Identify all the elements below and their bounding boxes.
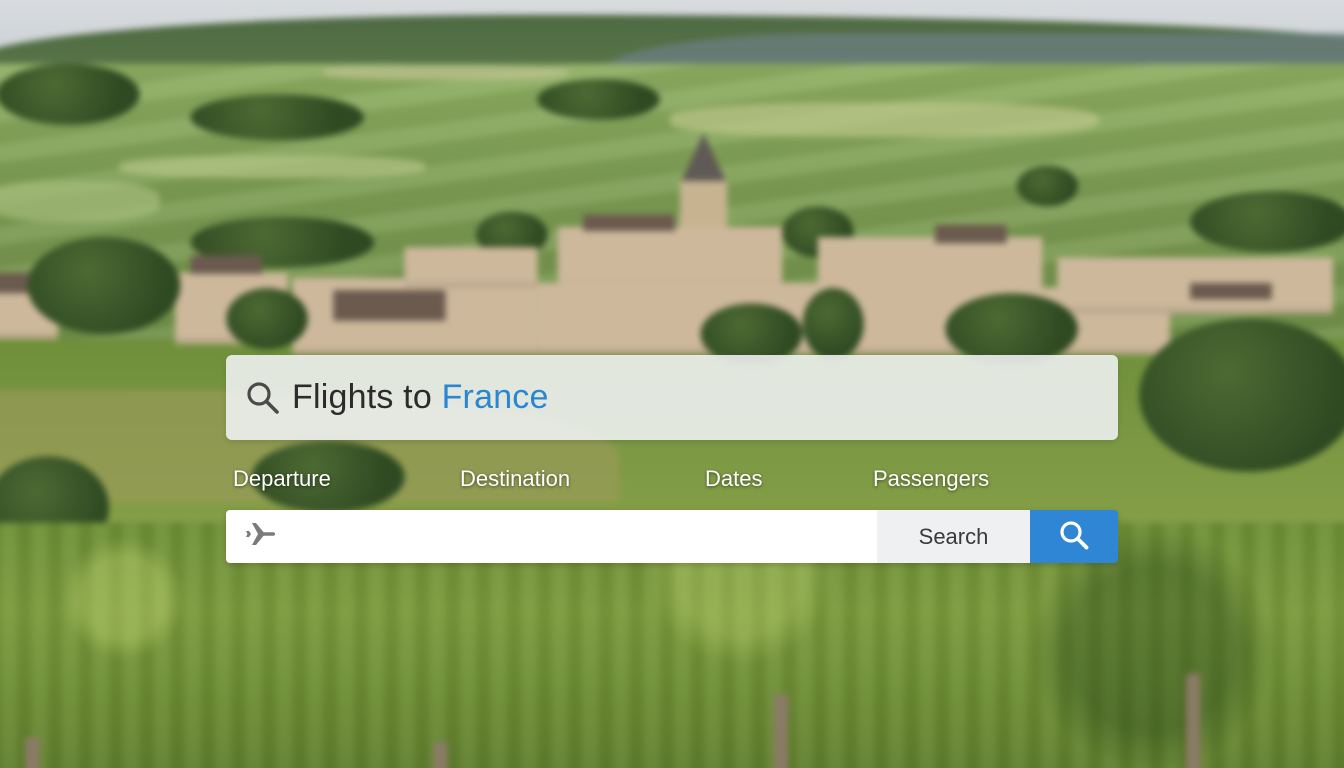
dates-label: Dates <box>705 466 763 491</box>
field-labels-row: Departure Destination Dates Passengers <box>233 466 1123 498</box>
flight-search-input[interactable] <box>288 510 877 563</box>
page-title-prefix: Flights to <box>292 378 442 416</box>
departure-label: Departure <box>233 466 331 491</box>
page-title: Flights to France <box>292 378 549 417</box>
flight-search-bar: Search <box>226 510 1118 563</box>
destination-label: Destination <box>460 466 571 491</box>
airplane-icon <box>244 520 278 553</box>
search-header-banner: Flights to France <box>226 355 1118 440</box>
passengers-label: Passengers <box>873 466 990 491</box>
search-icon <box>244 379 282 417</box>
page: Flights to France Departure Destination … <box>0 0 1344 768</box>
search-button[interactable]: Search <box>877 510 1030 563</box>
page-title-accent: France <box>441 378 549 416</box>
search-icon <box>1058 519 1090 554</box>
search-submit-button[interactable] <box>1030 510 1118 563</box>
flight-search-input-wrapper[interactable] <box>226 510 877 563</box>
